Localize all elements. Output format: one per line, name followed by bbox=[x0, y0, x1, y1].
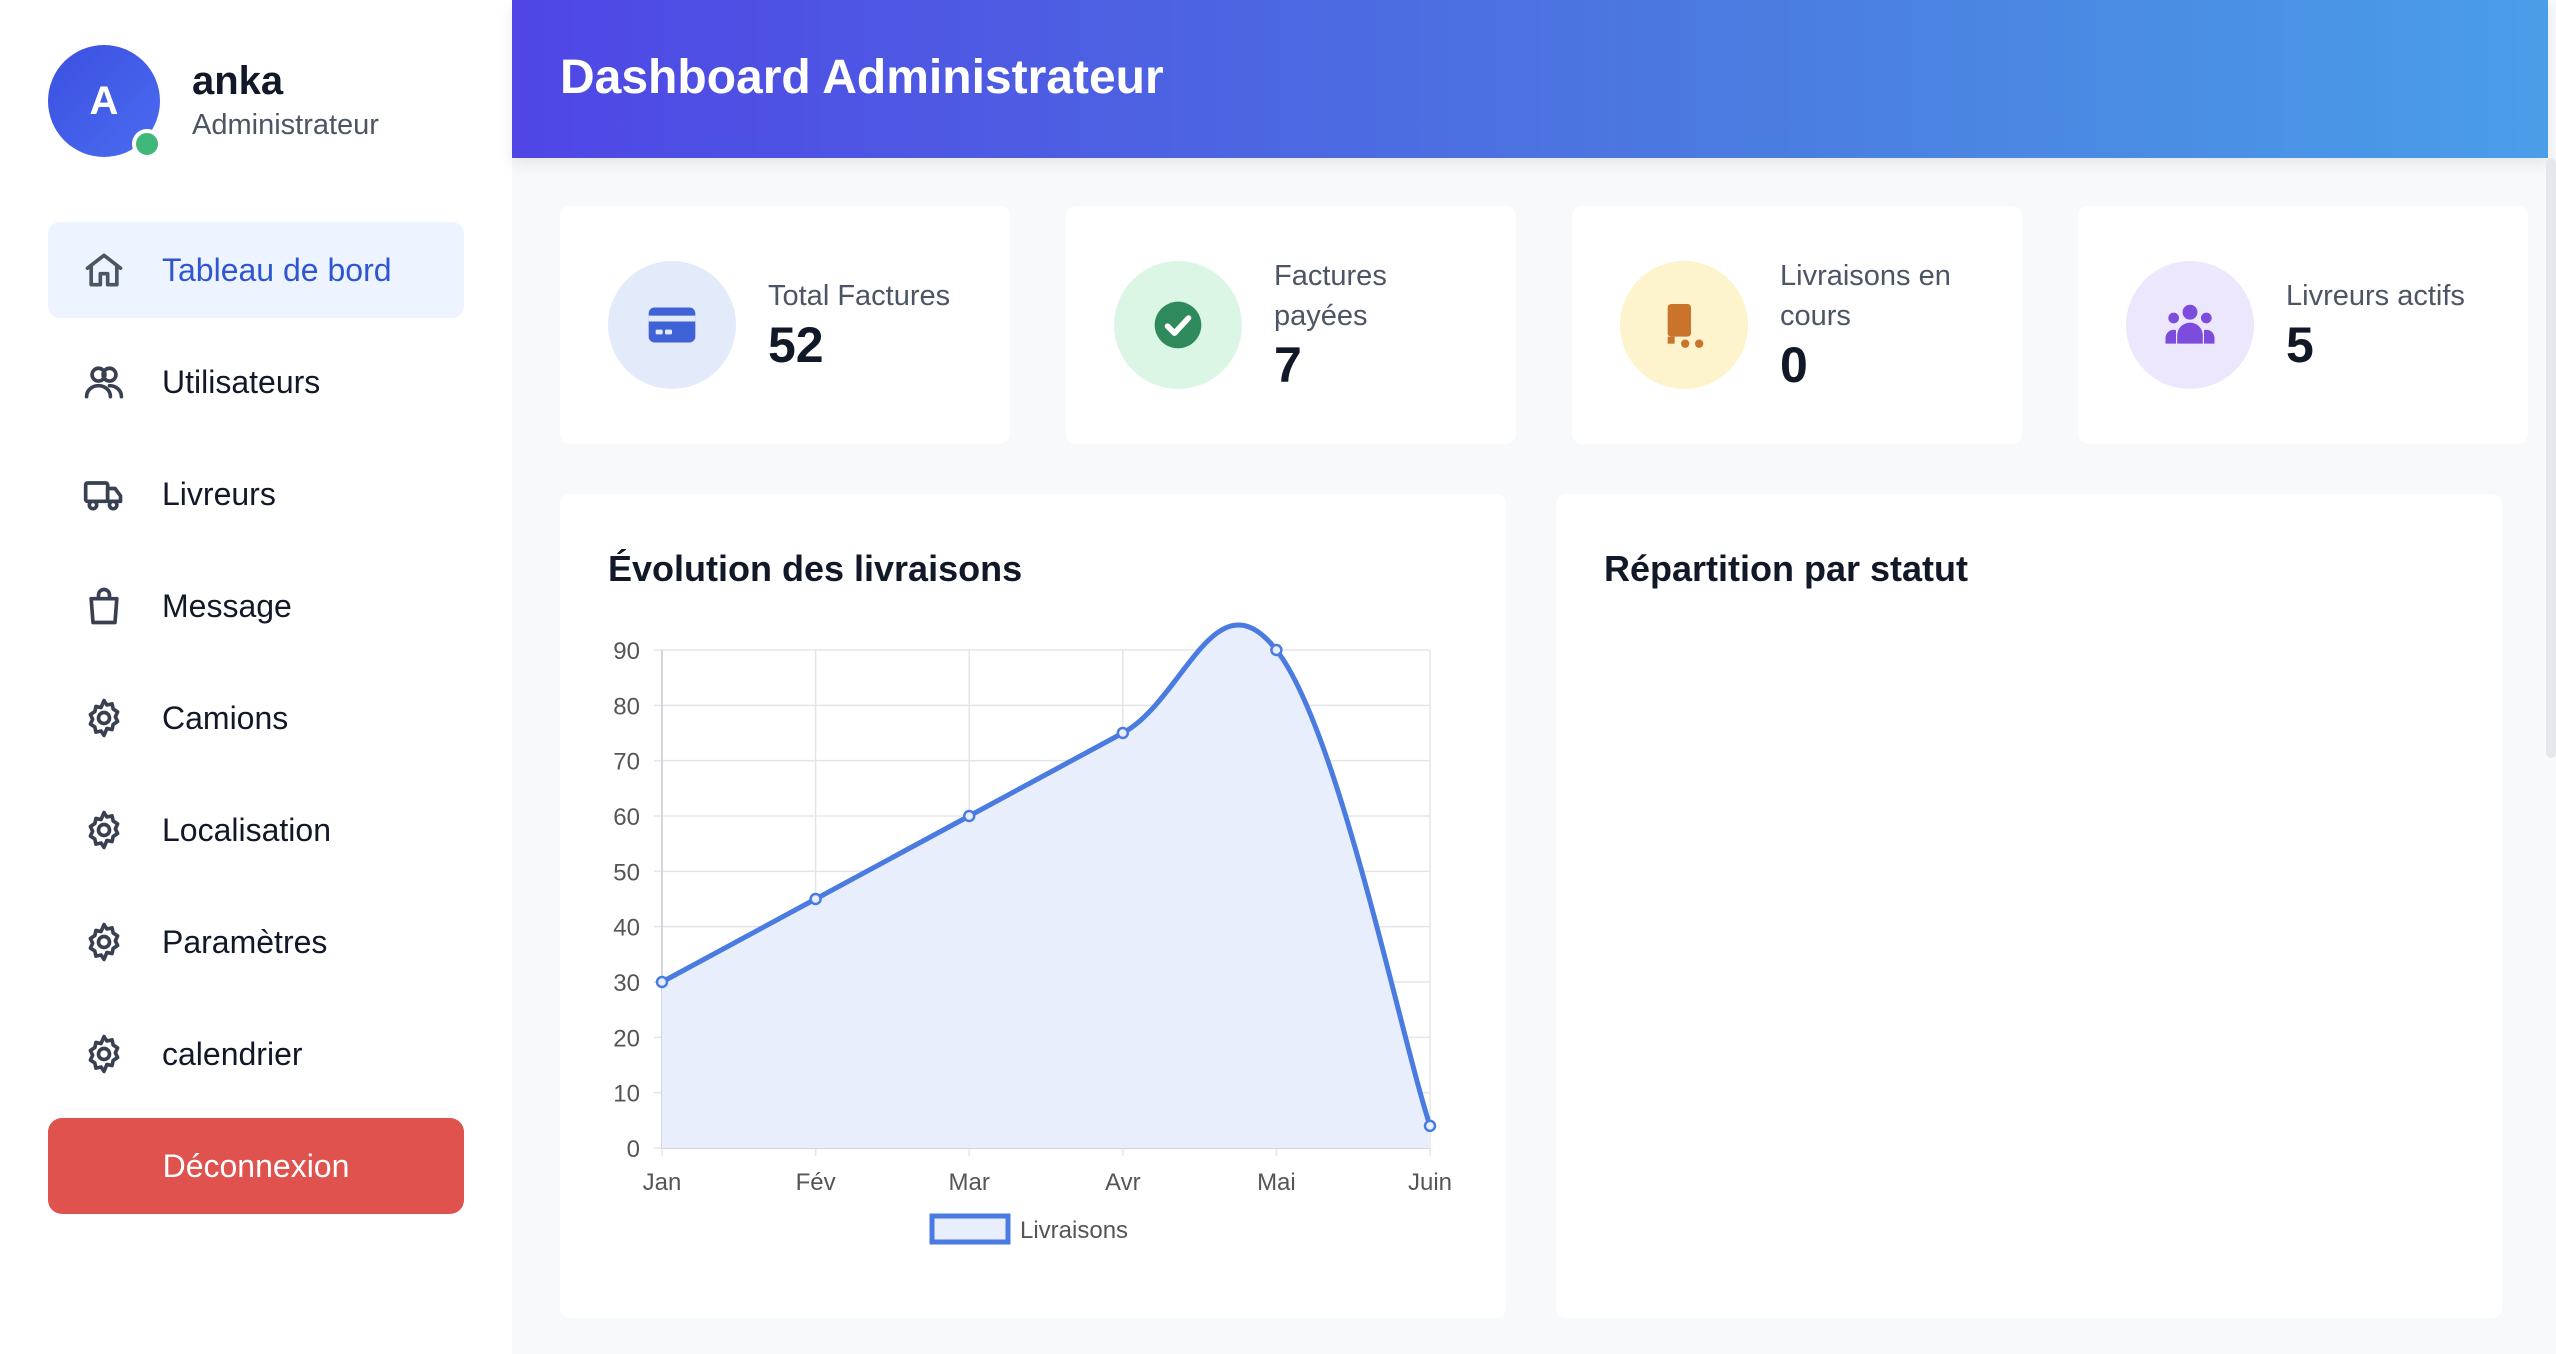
sidebar-item-label: Livreurs bbox=[162, 475, 276, 512]
sidebar-item-camions[interactable]: Camions bbox=[48, 670, 464, 766]
users-group-icon bbox=[2126, 261, 2254, 389]
stat-value: 52 bbox=[768, 317, 824, 373]
sidebar-item-utilisateurs[interactable]: Utilisateurs bbox=[48, 334, 464, 430]
stat-card: Total Factures 52 bbox=[560, 206, 1010, 444]
status-distribution-panel: Répartition par statut bbox=[1556, 494, 2502, 1318]
shopping-bag-icon bbox=[82, 584, 126, 628]
x-tick-label: Mar bbox=[949, 1169, 990, 1196]
users-icon bbox=[82, 360, 126, 404]
x-tick-label: Mai bbox=[1257, 1169, 1296, 1196]
online-status-dot bbox=[132, 129, 162, 159]
stat-card: Factures payées 7 bbox=[1066, 206, 1516, 444]
data-point bbox=[1270, 643, 1283, 657]
y-tick-label: 20 bbox=[613, 1025, 640, 1052]
data-point bbox=[962, 809, 976, 823]
avatar-initial: A bbox=[89, 78, 119, 123]
truck-icon bbox=[82, 472, 126, 516]
gear-icon bbox=[82, 696, 126, 740]
y-tick-label: 50 bbox=[613, 859, 640, 886]
sidebar-item-label: calendrier bbox=[162, 1035, 303, 1072]
gear-icon bbox=[82, 920, 126, 964]
top-header: Dashboard Administrateur bbox=[512, 0, 2548, 158]
stat-value: 0 bbox=[1780, 337, 1808, 393]
x-tick-label: Fév bbox=[796, 1169, 836, 1196]
gear-icon bbox=[82, 808, 126, 852]
sidebar-item-tableau-de-bord[interactable]: Tableau de bord bbox=[48, 222, 464, 318]
sidebar-item-label: Message bbox=[162, 587, 292, 624]
x-tick-label: Avr bbox=[1105, 1169, 1141, 1196]
stat-value: 5 bbox=[2286, 317, 2314, 373]
sidebar-item-label: Utilisateurs bbox=[162, 363, 321, 400]
logout-button[interactable]: Déconnexion bbox=[48, 1118, 464, 1214]
home-icon bbox=[82, 248, 126, 292]
sidebar-item-calendrier[interactable]: calendrier bbox=[48, 1006, 464, 1102]
status-distribution-title: Répartition par statut bbox=[1604, 548, 1969, 589]
dolly-icon bbox=[1620, 261, 1748, 389]
stat-card: Livraisons en cours 0 bbox=[1572, 206, 2022, 444]
y-tick-label: 10 bbox=[613, 1081, 640, 1108]
check-circle-icon bbox=[1114, 261, 1242, 389]
y-tick-label: 40 bbox=[613, 915, 640, 942]
legend-swatch bbox=[929, 1213, 1011, 1245]
page-title: Dashboard Administrateur bbox=[560, 51, 1164, 104]
credit-card-icon bbox=[608, 261, 736, 389]
line-chart: 0 10 20 30 40 50 60 70 80 90 Jan Fév Mar Avr Mai Juin Li… bbox=[613, 622, 1452, 1245]
user-name: anka bbox=[192, 59, 284, 103]
legend-label: Livraisons bbox=[1020, 1217, 1128, 1244]
sidebar-item-livreurs[interactable]: Livreurs bbox=[48, 446, 464, 542]
sidebar-item-localisation[interactable]: Localisation bbox=[48, 782, 464, 878]
sidebar-item-message[interactable]: Message bbox=[48, 558, 464, 654]
sidebar-item-label: Paramètres bbox=[162, 923, 328, 960]
sidebar-item-label: Camions bbox=[162, 699, 289, 736]
stat-value: 7 bbox=[1274, 337, 1302, 393]
sidebar-nav: Tableau de bord Utilisateurs Livreurs Messa… bbox=[48, 222, 464, 1118]
y-tick-label: 80 bbox=[613, 693, 640, 720]
sidebar-item-label: Localisation bbox=[162, 811, 331, 848]
sidebar: A anka Administrateur Tableau de bord Uti… bbox=[0, 0, 512, 1354]
y-tick-label: 0 bbox=[627, 1136, 640, 1163]
stat-label: Factures payées bbox=[1274, 260, 1387, 332]
y-tick-label: 90 bbox=[613, 638, 640, 665]
data-point bbox=[1423, 1119, 1437, 1133]
series-area-livraisons bbox=[662, 624, 1430, 1148]
user-role: Administrateur bbox=[192, 109, 379, 141]
gear-icon bbox=[82, 1032, 126, 1076]
y-tick-label: 70 bbox=[613, 749, 640, 776]
avatar: A bbox=[48, 45, 162, 159]
stat-label: Total Factures bbox=[768, 280, 951, 312]
evolution-chart-panel: Évolution des livraisons 0 10 20 30 40 50 60 70… bbox=[560, 494, 1506, 1318]
data-point bbox=[655, 975, 669, 989]
x-tick-label: Juin bbox=[1408, 1169, 1452, 1196]
data-point bbox=[809, 892, 822, 906]
user-profile: A anka Administrateur bbox=[48, 45, 379, 159]
stat-label: Livraisons en cours bbox=[1780, 260, 1951, 332]
x-tick-label: Jan bbox=[643, 1169, 682, 1196]
sidebar-item-parametres[interactable]: Paramètres bbox=[48, 894, 464, 990]
y-tick-label: 60 bbox=[613, 804, 640, 831]
scrollbar[interactable] bbox=[2546, 158, 2556, 758]
y-tick-label: 30 bbox=[613, 970, 640, 997]
sidebar-item-label: Tableau de bord bbox=[162, 251, 392, 288]
data-point bbox=[1116, 726, 1130, 740]
stat-label: Livreurs actifs bbox=[2286, 280, 2465, 312]
stat-card: Livreurs actifs 5 bbox=[2078, 206, 2528, 444]
